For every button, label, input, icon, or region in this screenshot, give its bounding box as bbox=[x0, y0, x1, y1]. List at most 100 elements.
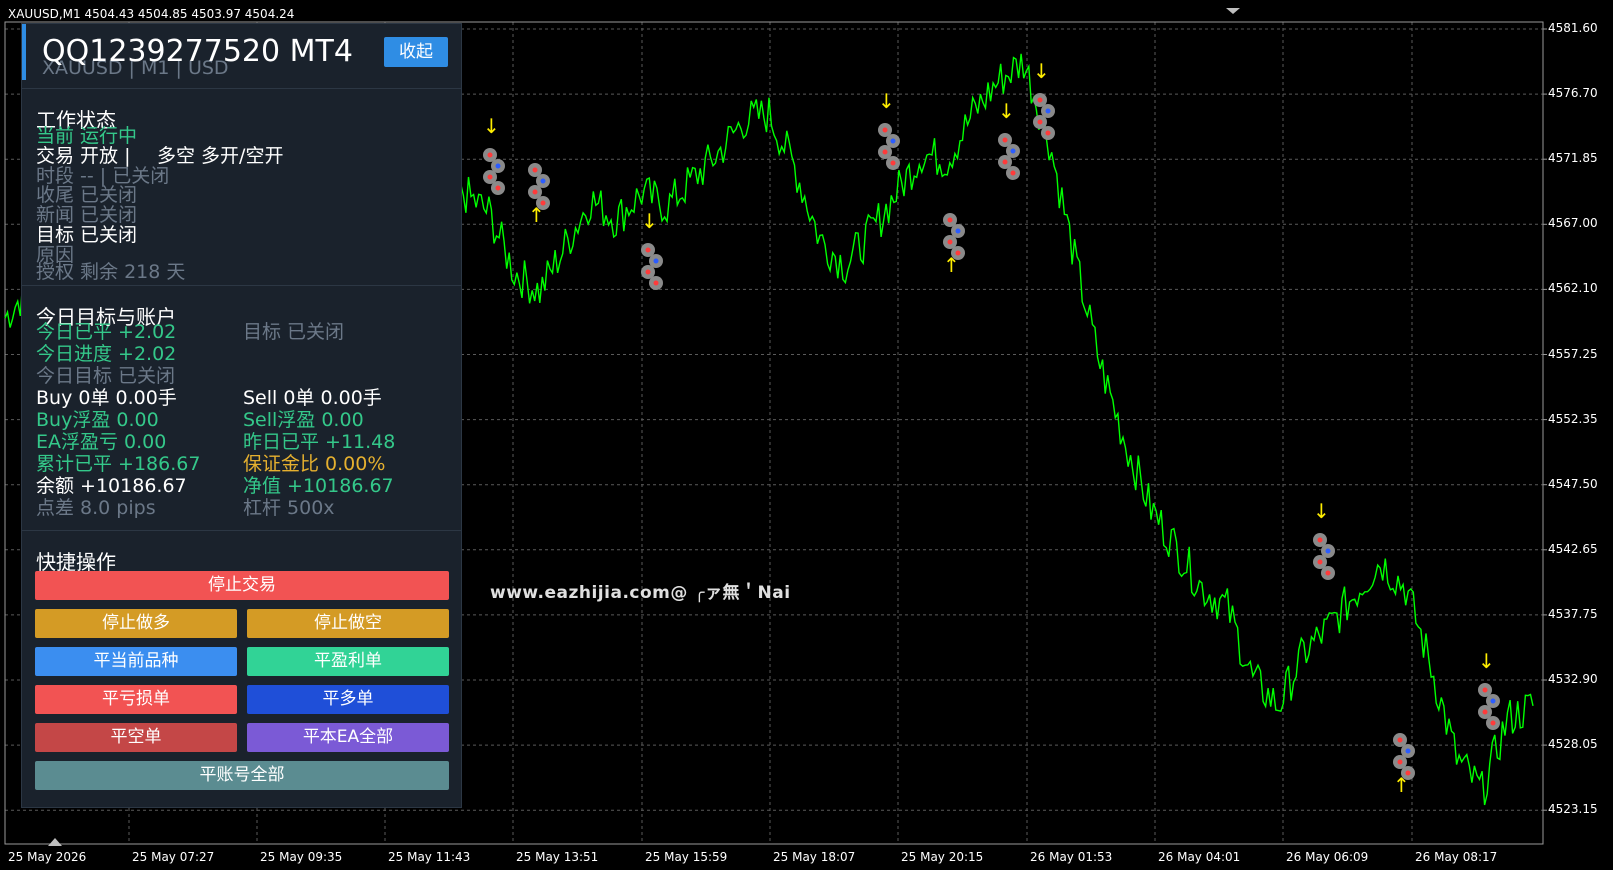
close-profit-button[interactable]: 平盈利单 bbox=[247, 647, 449, 676]
trade-marker-dot bbox=[1010, 148, 1016, 154]
trade-marker-dot bbox=[653, 258, 659, 264]
trade-marker-dot bbox=[1002, 137, 1008, 143]
status-target: 目标 已关闭 bbox=[36, 224, 138, 246]
today-target: 今日目标 已关闭 bbox=[36, 365, 176, 387]
panel-title: QQ1239277520 MT4 bbox=[42, 34, 353, 69]
close-account-all-button[interactable]: 平账号全部 bbox=[35, 761, 449, 790]
trade-marker-dot bbox=[653, 280, 659, 286]
trade-marker-dot bbox=[1037, 97, 1043, 103]
trade-marker-dot bbox=[882, 149, 888, 155]
trade-marker-dot bbox=[955, 228, 961, 234]
trade-marker-dot bbox=[532, 167, 538, 173]
price-tick-label: 4571.85 bbox=[1548, 151, 1598, 166]
trade-marker-dot bbox=[1482, 687, 1488, 693]
yesterday-closed: 昨日已平 +11.48 bbox=[243, 431, 396, 453]
chart-scroll-marker-top[interactable] bbox=[1226, 8, 1240, 14]
equity: 净值 +10186.67 bbox=[243, 475, 394, 497]
arrow-up-icon: ↑ bbox=[1393, 773, 1410, 797]
price-tick-label: 4581.60 bbox=[1548, 21, 1598, 35]
close-short-button[interactable]: 平空单 bbox=[35, 723, 237, 752]
trade-marker-dot bbox=[1397, 737, 1403, 743]
price-tick-label: 4532.90 bbox=[1548, 672, 1598, 686]
status-trade: 交易 开放 | bbox=[36, 145, 131, 167]
price-tick-label: 4528.05 bbox=[1548, 737, 1598, 752]
price-tick-label: 4542.65 bbox=[1548, 541, 1598, 556]
trade-marker-dot bbox=[1325, 570, 1331, 576]
ea-control-panel: XAUUSD | M1 | USD QQ1239277520 MT4 收起 工作… bbox=[21, 23, 462, 808]
section-divider bbox=[22, 530, 461, 531]
time-tick-label: 25 May 13:51 bbox=[516, 850, 599, 864]
price-tick-label: 4537.75 bbox=[1548, 606, 1598, 621]
arrow-down-icon: ↓ bbox=[641, 209, 658, 233]
time-tick-label: 25 May 18:07 bbox=[773, 850, 856, 864]
today-closed: 今日已平 +2.02 bbox=[36, 321, 177, 343]
trade-marker-dot bbox=[487, 174, 493, 180]
arrow-down-icon: ↓ bbox=[878, 89, 895, 113]
watermark: www.eazhijia.com@ ╭ァ無＇Nai bbox=[490, 583, 791, 603]
stop-short-button[interactable]: 停止做空 bbox=[247, 609, 449, 638]
trade-marker-dot bbox=[1002, 159, 1008, 165]
arrow-down-icon: ↓ bbox=[998, 99, 1015, 123]
trade-marker-dot bbox=[882, 127, 888, 133]
price-tick-label: 4557.25 bbox=[1548, 346, 1598, 361]
price-tick-label: 4567.00 bbox=[1548, 216, 1598, 231]
trade-marker-dot bbox=[1045, 108, 1051, 114]
trade-marker-dot bbox=[947, 217, 953, 223]
trade-marker-dot bbox=[1405, 748, 1411, 754]
time-tick-label: 25 May 11:43 bbox=[388, 850, 471, 864]
trade-marker-dot bbox=[1482, 709, 1488, 715]
time-tick-label: 25 May 2026 bbox=[8, 850, 87, 864]
trade-marker-dot bbox=[1045, 130, 1051, 136]
arrow-up-icon: ↑ bbox=[528, 203, 545, 227]
ea-float: EA浮盈亏 0.00 bbox=[36, 431, 167, 453]
sell-float: Sell浮盈 0.00 bbox=[243, 409, 364, 431]
trade-marker-dot bbox=[532, 189, 538, 195]
trade-marker-dot bbox=[487, 152, 493, 158]
arrow-down-icon: ↓ bbox=[1313, 499, 1330, 523]
time-tick-label: 25 May 15:59 bbox=[645, 850, 728, 864]
trade-marker-dot bbox=[495, 163, 501, 169]
buy-orders: Buy 0单 0.00手 bbox=[36, 387, 177, 409]
close-long-button[interactable]: 平多单 bbox=[247, 685, 449, 714]
close-symbol-button[interactable]: 平当前品种 bbox=[35, 647, 237, 676]
time-tick-label: 26 May 08:17 bbox=[1415, 850, 1498, 864]
trade-markers: ↓ ↑ ↓ ↑ ↓ ↓ ↓ ↓ ↑ ↓ bbox=[483, 59, 1500, 797]
section-divider bbox=[22, 88, 461, 89]
spread: 点差 8.0 pips bbox=[36, 497, 156, 519]
status-direction: 多空 多开/空开 bbox=[157, 145, 284, 167]
trade-marker-dot bbox=[1490, 698, 1496, 704]
arrow-down-icon: ↓ bbox=[1478, 649, 1495, 673]
price-tick-label: 4552.35 bbox=[1548, 411, 1598, 426]
status-license: 授权 剩余 218 天 bbox=[36, 261, 186, 283]
panel-accent-bar bbox=[22, 24, 26, 80]
trade-marker-dot bbox=[1397, 759, 1403, 765]
buy-float: Buy浮盈 0.00 bbox=[36, 409, 159, 431]
trade-marker-dot bbox=[540, 178, 546, 184]
trade-marker-dot bbox=[890, 138, 896, 144]
balance: 余额 +10186.67 bbox=[36, 475, 187, 497]
chart-scroll-marker-bottom[interactable] bbox=[48, 838, 62, 846]
collapse-button[interactable]: 收起 bbox=[384, 37, 448, 67]
time-tick-label: 26 May 06:09 bbox=[1286, 850, 1369, 864]
stop-long-button[interactable]: 停止做多 bbox=[35, 609, 237, 638]
close-ea-all-button[interactable]: 平本EA全部 bbox=[247, 723, 449, 752]
status-news: 新闻 已关闭 bbox=[36, 204, 138, 226]
trade-marker-dot bbox=[1037, 119, 1043, 125]
status-current: 当前 运行中 bbox=[36, 125, 138, 147]
stop-trading-button[interactable]: 停止交易 bbox=[35, 571, 449, 600]
arrow-up-icon: ↑ bbox=[943, 253, 960, 277]
leverage: 杠杆 500x bbox=[243, 497, 335, 519]
trade-marker-dot bbox=[947, 239, 953, 245]
close-loss-button[interactable]: 平亏损单 bbox=[35, 685, 237, 714]
today-progress: 今日进度 +2.02 bbox=[36, 343, 177, 365]
trade-marker-dot bbox=[645, 269, 651, 275]
arrow-down-icon: ↓ bbox=[483, 114, 500, 138]
today-target-closed: 目标 已关闭 bbox=[243, 321, 345, 343]
trade-marker-dot bbox=[1317, 559, 1323, 565]
margin-ratio: 保证金比 0.00% bbox=[243, 453, 386, 475]
trade-marker-dot bbox=[495, 185, 501, 191]
time-tick-label: 26 May 01:53 bbox=[1030, 850, 1113, 864]
time-tick-label: 25 May 09:35 bbox=[260, 850, 343, 864]
time-tick-label: 25 May 20:15 bbox=[901, 850, 984, 864]
trade-marker-dot bbox=[1010, 170, 1016, 176]
